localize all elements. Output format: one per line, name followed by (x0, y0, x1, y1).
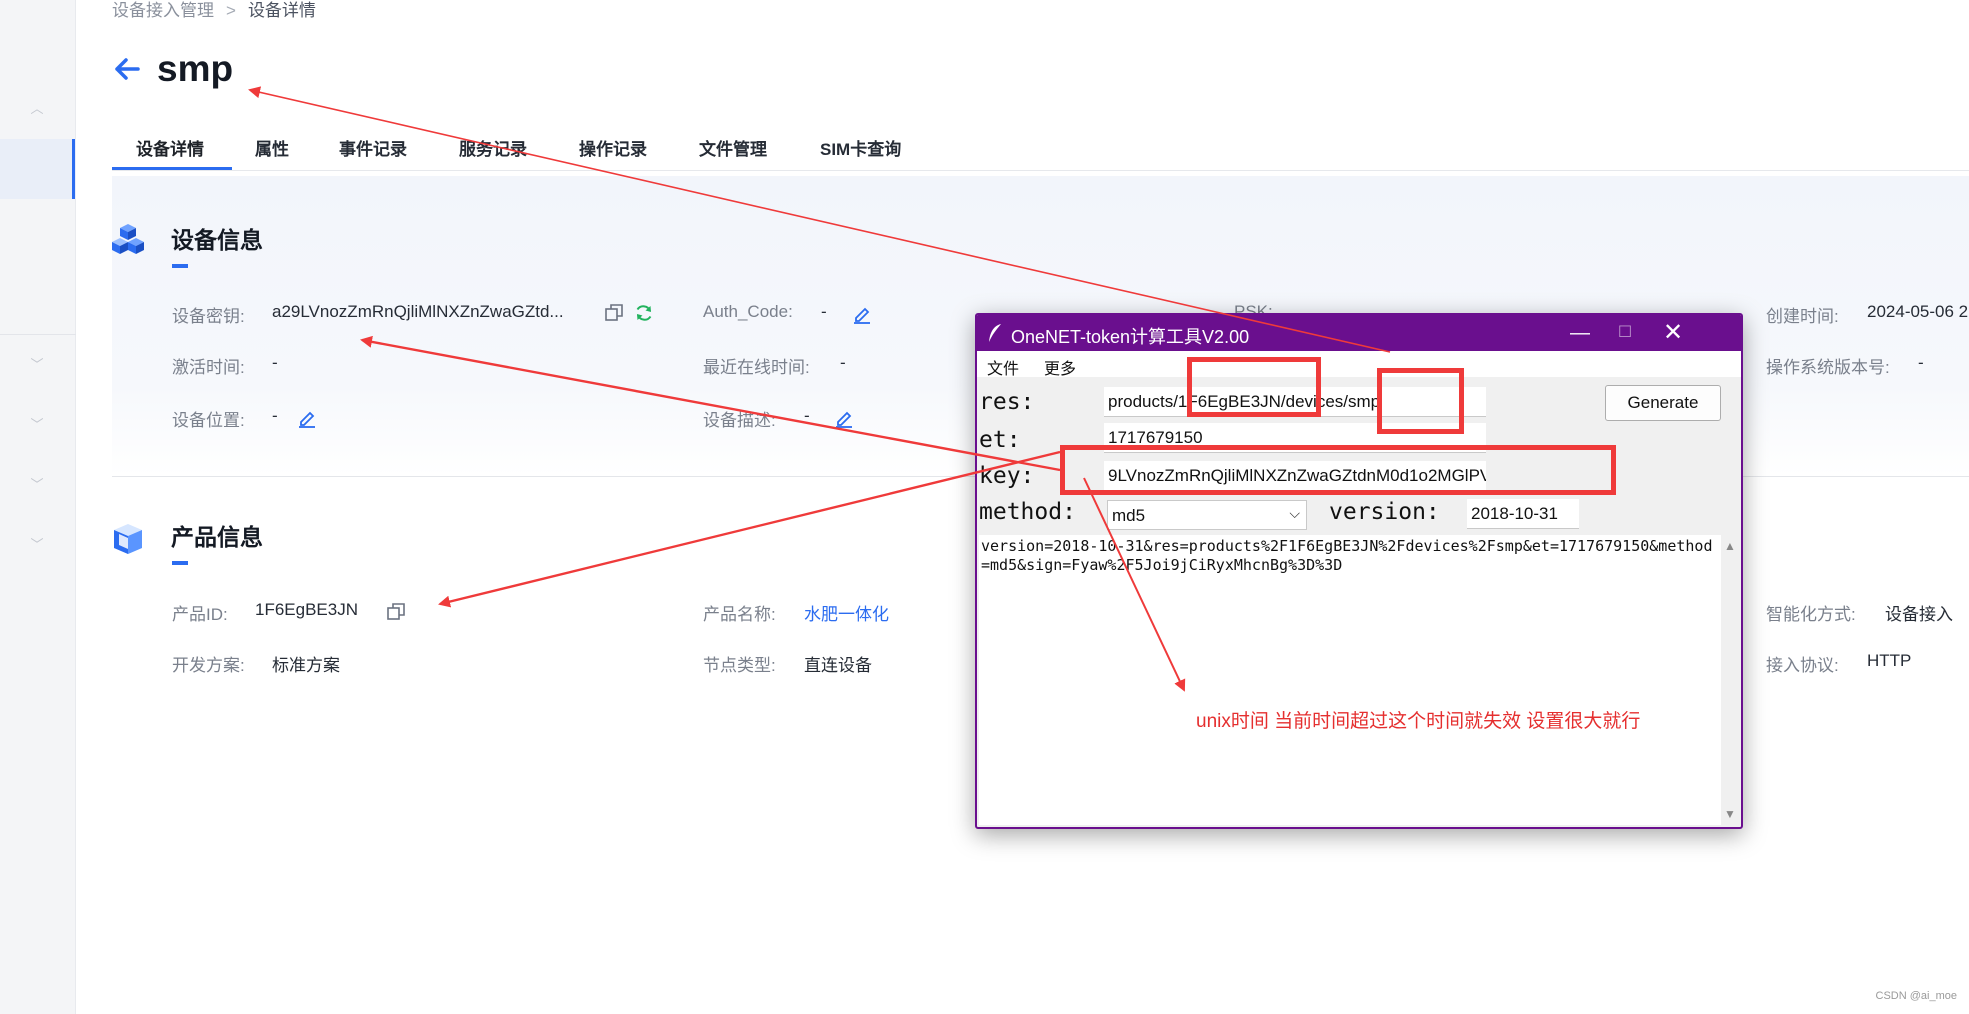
created-time-value: 2024-05-06 2 (1867, 302, 1969, 321)
tab-bar: 设备详情 属性 事件记录 服务记录 操作记录 文件管理 SIM卡查询 (112, 127, 1969, 171)
refresh-icon[interactable] (634, 303, 654, 323)
sidebar-active-item[interactable] (0, 139, 76, 199)
tab-properties[interactable]: 属性 (255, 135, 289, 160)
os-version-value: - (1918, 353, 1924, 372)
key-label: key: (979, 463, 1035, 489)
sidebar: ︿ ﹀ ﹀ ﹀ ﹀ (0, 0, 76, 1014)
device-desc-label: 设备描述: (703, 411, 776, 430)
output-scrollbar[interactable]: ▲ ▼ (1721, 535, 1739, 825)
chevron-down-icon[interactable]: ﹀ (30, 538, 44, 552)
chevron-up-icon[interactable]: ︿ (30, 102, 44, 116)
highlight-box-product-id (1187, 357, 1321, 417)
tab-event-log[interactable]: 事件记录 (339, 135, 407, 160)
last-online-label: 最近在线时间: (703, 358, 810, 377)
chevron-down-icon[interactable]: ﹀ (30, 418, 44, 432)
created-time-label: 创建时间: (1766, 307, 1839, 326)
menu-more[interactable]: 更多 (1044, 355, 1076, 379)
device-info-title: 设备信息 (171, 227, 263, 253)
page-title: smp (157, 48, 234, 89)
tab-service-log[interactable]: 服务记录 (459, 135, 527, 160)
chevron-down-icon[interactable]: ﹀ (30, 358, 44, 372)
scroll-down-icon[interactable]: ▼ (1724, 807, 1736, 821)
activated-time-value: - (272, 353, 278, 372)
dev-plan-label: 开发方案: (172, 656, 245, 675)
edit-icon[interactable] (297, 408, 317, 428)
back-arrow-icon[interactable] (112, 54, 142, 84)
tool-title: OneNET-token计算工具V2.00 (1011, 327, 1250, 347)
minimize-icon[interactable]: — (1567, 320, 1593, 346)
section-accent-mark (172, 561, 188, 565)
chevron-down-icon[interactable]: ﹀ (30, 478, 44, 492)
copy-icon[interactable] (604, 303, 624, 323)
tab-device-detail[interactable]: 设备详情 (136, 135, 204, 160)
sidebar-active-indicator (72, 139, 75, 199)
os-version-label: 操作系统版本号: (1766, 358, 1890, 377)
product-name-link[interactable]: 水肥一体化 (804, 600, 889, 625)
tab-sim-query[interactable]: SIM卡查询 (820, 135, 901, 160)
et-label: et: (979, 427, 1021, 453)
protocol-value: HTTP (1867, 651, 1912, 670)
breadcrumb-separator: > (226, 1, 236, 20)
product-id-value: 1F6EgBE3JN (255, 600, 358, 619)
last-online-value: - (840, 353, 846, 372)
cubes-icon (112, 224, 144, 254)
tab-operation-log[interactable]: 操作记录 (579, 135, 647, 160)
product-name-label: 产品名称: (703, 605, 776, 624)
device-location-label: 设备位置: (172, 411, 245, 430)
token-tool-window[interactable]: OneNET-token计算工具V2.00 — ☐ ✕ 文件 更多 res: p… (975, 313, 1743, 829)
method-select[interactable]: md5 ⌵ (1107, 500, 1307, 530)
device-secret-value: a29LVnozZmRnQjliMlNXZnZwaGZtd... (272, 302, 564, 321)
version-input[interactable]: 2018-10-31 (1467, 499, 1579, 529)
tool-menubar: 文件 更多 (977, 351, 1741, 379)
maximize-icon[interactable]: ☐ (1612, 320, 1638, 346)
feather-icon (989, 324, 1001, 342)
device-location-value: - (272, 406, 278, 425)
edit-icon[interactable] (852, 304, 872, 324)
smart-method-value: 设备接入 (1885, 605, 1953, 624)
res-label: res: (979, 389, 1035, 415)
chevron-down-icon: ⌵ (1289, 505, 1300, 521)
breadcrumb-current: 设备详情 (247, 1, 316, 20)
product-box-icon (114, 524, 142, 554)
section-accent-mark (172, 264, 188, 268)
copy-icon[interactable] (386, 602, 406, 622)
dev-plan-value: 标准方案 (272, 656, 340, 675)
tab-file-management[interactable]: 文件管理 (699, 135, 767, 160)
generate-button[interactable]: Generate (1605, 385, 1721, 421)
menu-file[interactable]: 文件 (987, 355, 1019, 379)
product-info-title: 产品信息 (171, 524, 263, 550)
close-icon[interactable]: ✕ (1660, 320, 1686, 346)
node-type-label: 节点类型: (703, 656, 776, 675)
method-label: method: (979, 499, 1076, 525)
tool-titlebar[interactable]: OneNET-token计算工具V2.00 — ☐ ✕ (977, 315, 1741, 351)
scroll-up-icon[interactable]: ▲ (1724, 539, 1736, 553)
auth-code-value: - (821, 302, 827, 321)
sidebar-divider (0, 334, 76, 335)
node-type-value: 直连设备 (804, 656, 872, 675)
highlight-box-device-name (1377, 368, 1464, 434)
breadcrumb: 设备接入管理 > 设备详情 (112, 0, 316, 21)
token-output[interactable]: version=2018-10-31&res=products%2F1F6EgB… (979, 535, 1721, 825)
method-value: md5 (1112, 506, 1146, 525)
active-tab-indicator (112, 167, 232, 170)
highlight-box-key (1060, 445, 1616, 495)
activated-time-label: 激活时间: (172, 358, 245, 377)
breadcrumb-parent[interactable]: 设备接入管理 (112, 1, 214, 20)
watermark: CSDN @ai_moe (1875, 990, 1957, 1002)
annotation-note: unix时间 当前时间超过这个时间就失效 设置很大就行 (1196, 711, 1641, 732)
protocol-label: 接入协议: (1766, 656, 1839, 675)
device-desc-value: - (804, 406, 810, 425)
auth-code-label: Auth_Code: (703, 302, 793, 321)
edit-icon[interactable] (834, 408, 854, 428)
device-secret-label: 设备密钥: (172, 307, 245, 326)
product-id-label: 产品ID: (172, 605, 228, 624)
version-label: version: (1329, 499, 1440, 525)
smart-method-label: 智能化方式: (1766, 605, 1856, 624)
